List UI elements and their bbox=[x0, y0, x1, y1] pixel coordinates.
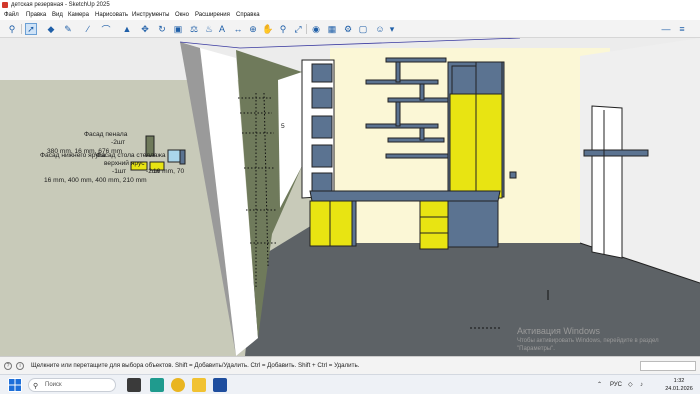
dimension-tool-icon[interactable]: ↔ bbox=[232, 23, 244, 35]
paint-bucket-icon[interactable]: ♨ bbox=[203, 23, 215, 35]
pencil-icon[interactable]: ✎ bbox=[62, 23, 74, 35]
menu-draw[interactable]: Нарисовать bbox=[95, 10, 128, 20]
volume-icon[interactable]: ♪ bbox=[640, 375, 643, 395]
label-facade-pencil: Фасад пенала bbox=[84, 131, 128, 138]
pan-icon[interactable]: ✋ bbox=[262, 23, 274, 35]
text-tool-icon[interactable]: A bbox=[216, 23, 228, 35]
zoom-icon[interactable]: ⚲ bbox=[277, 23, 289, 35]
chevron-down-icon[interactable]: ▾ bbox=[386, 23, 398, 35]
measurements-box[interactable] bbox=[640, 361, 696, 371]
title-bar: детская резервная - SketchUp 2025 bbox=[0, 0, 700, 10]
wardrobe-door-right bbox=[475, 93, 503, 199]
zoom-extents-icon[interactable]: ⤢ bbox=[292, 23, 304, 35]
desk-left-cabinet bbox=[309, 200, 353, 247]
tape-measure-icon[interactable]: ⚖ bbox=[188, 23, 200, 35]
clock-date: 24.01.2026 bbox=[665, 386, 693, 392]
toolbar-options-icon[interactable]: ≡ bbox=[676, 23, 688, 35]
watermark-title: Активация Windows bbox=[517, 326, 600, 336]
arc-tool-icon[interactable]: ⌒ bbox=[100, 23, 112, 35]
label-qty-2-top: -2шт bbox=[111, 139, 126, 146]
wardrobe-door-left bbox=[449, 93, 477, 199]
menu-camera[interactable]: Камера bbox=[68, 10, 89, 20]
label-dim-5: 5 bbox=[281, 123, 285, 130]
select-tool-icon[interactable]: ➚ bbox=[25, 23, 37, 35]
model-viewport[interactable]: Фасад пенала -2шт 380 mm, 16 mm, 676 mm … bbox=[0, 38, 700, 356]
status-message: Щелкните или перетащите для выбора объек… bbox=[31, 362, 360, 369]
menu-extensions[interactable]: Расширения bbox=[195, 10, 230, 20]
scene-drawing bbox=[0, 38, 700, 356]
tray-chevron-icon[interactable]: ⌃ bbox=[597, 375, 602, 395]
toolbar-divider bbox=[21, 24, 22, 34]
label-qty-1: -1шт bbox=[112, 168, 127, 175]
orbit-icon[interactable]: ⊕ bbox=[247, 23, 259, 35]
file-explorer-icon[interactable] bbox=[192, 378, 206, 392]
label-dims-right: 16 mm, 70 bbox=[153, 168, 185, 175]
menu-file[interactable]: Файл bbox=[4, 10, 19, 20]
label-facade-desk: Фасад стола стеллажа bbox=[96, 152, 166, 159]
extension-warehouse-icon[interactable]: ⚙ bbox=[342, 23, 354, 35]
windows-activation-watermark: Активация Windows Чтобы активировать Win… bbox=[517, 325, 659, 353]
sketchup-app-icon bbox=[2, 2, 8, 8]
search-icon[interactable]: ⚲ bbox=[6, 23, 18, 35]
taskbar-search[interactable]: ⚲ Поиск bbox=[28, 378, 116, 392]
sketchup-taskbar-icon[interactable] bbox=[213, 378, 227, 392]
components-icon[interactable]: ◉ bbox=[310, 23, 322, 35]
warehouse-icon[interactable]: ▦ bbox=[326, 23, 338, 35]
clock-time: 1:32 bbox=[673, 378, 685, 384]
offset-tool-icon[interactable]: ▣ bbox=[172, 23, 184, 35]
search-icon: ⚲ bbox=[33, 383, 39, 390]
menu-edit[interactable]: Правка bbox=[26, 10, 46, 20]
windows-taskbar: ⚲ Поиск ⌃ РУС ◇ ♪ 1:32 24.01.2026 bbox=[0, 374, 700, 394]
menu-view[interactable]: Вид bbox=[52, 10, 63, 20]
system-clock[interactable]: 1:32 24.01.2026 bbox=[660, 377, 698, 393]
info-icon[interactable]: i bbox=[16, 362, 24, 370]
toolbar-divider bbox=[306, 24, 307, 34]
line-tool-icon[interactable]: ∕ bbox=[82, 23, 94, 35]
menu-window[interactable]: Окно bbox=[175, 10, 189, 20]
desk-top bbox=[309, 190, 501, 202]
push-pull-icon[interactable]: ▲ bbox=[121, 23, 133, 35]
desk-drawers bbox=[419, 200, 449, 250]
wifi-icon[interactable]: ◇ bbox=[628, 375, 633, 395]
right-tall-cabinet bbox=[591, 105, 623, 259]
help-icon[interactable]: ? bbox=[4, 362, 12, 370]
menu-help[interactable]: Справка bbox=[236, 10, 260, 20]
label-upper-tier: верхний ярус bbox=[104, 160, 145, 167]
user-account-icon[interactable]: ☺ bbox=[374, 23, 386, 35]
language-indicator[interactable]: РУС bbox=[610, 375, 622, 395]
window-title: детская резервная - SketchUp 2025 bbox=[11, 2, 110, 8]
rotate-tool-icon[interactable]: ↻ bbox=[156, 23, 168, 35]
watermark-line-1: Чтобы активировать Windows, перейдите в … bbox=[517, 338, 659, 344]
taskbar-search-placeholder: Поиск bbox=[45, 382, 62, 388]
layout-icon[interactable]: ▢ bbox=[357, 23, 369, 35]
chrome-browser-icon[interactable] bbox=[171, 378, 185, 392]
menu-tools[interactable]: Инструменты bbox=[132, 10, 169, 20]
task-view-icon[interactable] bbox=[127, 378, 141, 392]
label-dims-left: 16 mm, 400 mm, 400 mm, 210 mm bbox=[44, 177, 147, 184]
edge-browser-icon[interactable] bbox=[150, 378, 164, 392]
eraser-icon[interactable]: ◆ bbox=[45, 23, 57, 35]
status-bar: ? i Щелкните или перетащите для выбора о… bbox=[0, 356, 700, 374]
main-toolbar: ⚲ ➚ ◆ ✎ ∕ ⌒ ▲ ✥ ↻ ▣ ⚖ ♨ A ↔ ⊕ ✋ ⚲ ⤢ ◉ ▦ … bbox=[0, 20, 700, 38]
windows-start-icon[interactable] bbox=[8, 378, 22, 392]
move-tool-icon[interactable]: ✥ bbox=[139, 23, 151, 35]
watermark-line-2: "Параметры". bbox=[517, 346, 555, 352]
window-minimize-icon[interactable]: — bbox=[660, 23, 672, 35]
menu-bar: Файл Правка Вид Камера Нарисовать Инстру… bbox=[0, 10, 700, 20]
